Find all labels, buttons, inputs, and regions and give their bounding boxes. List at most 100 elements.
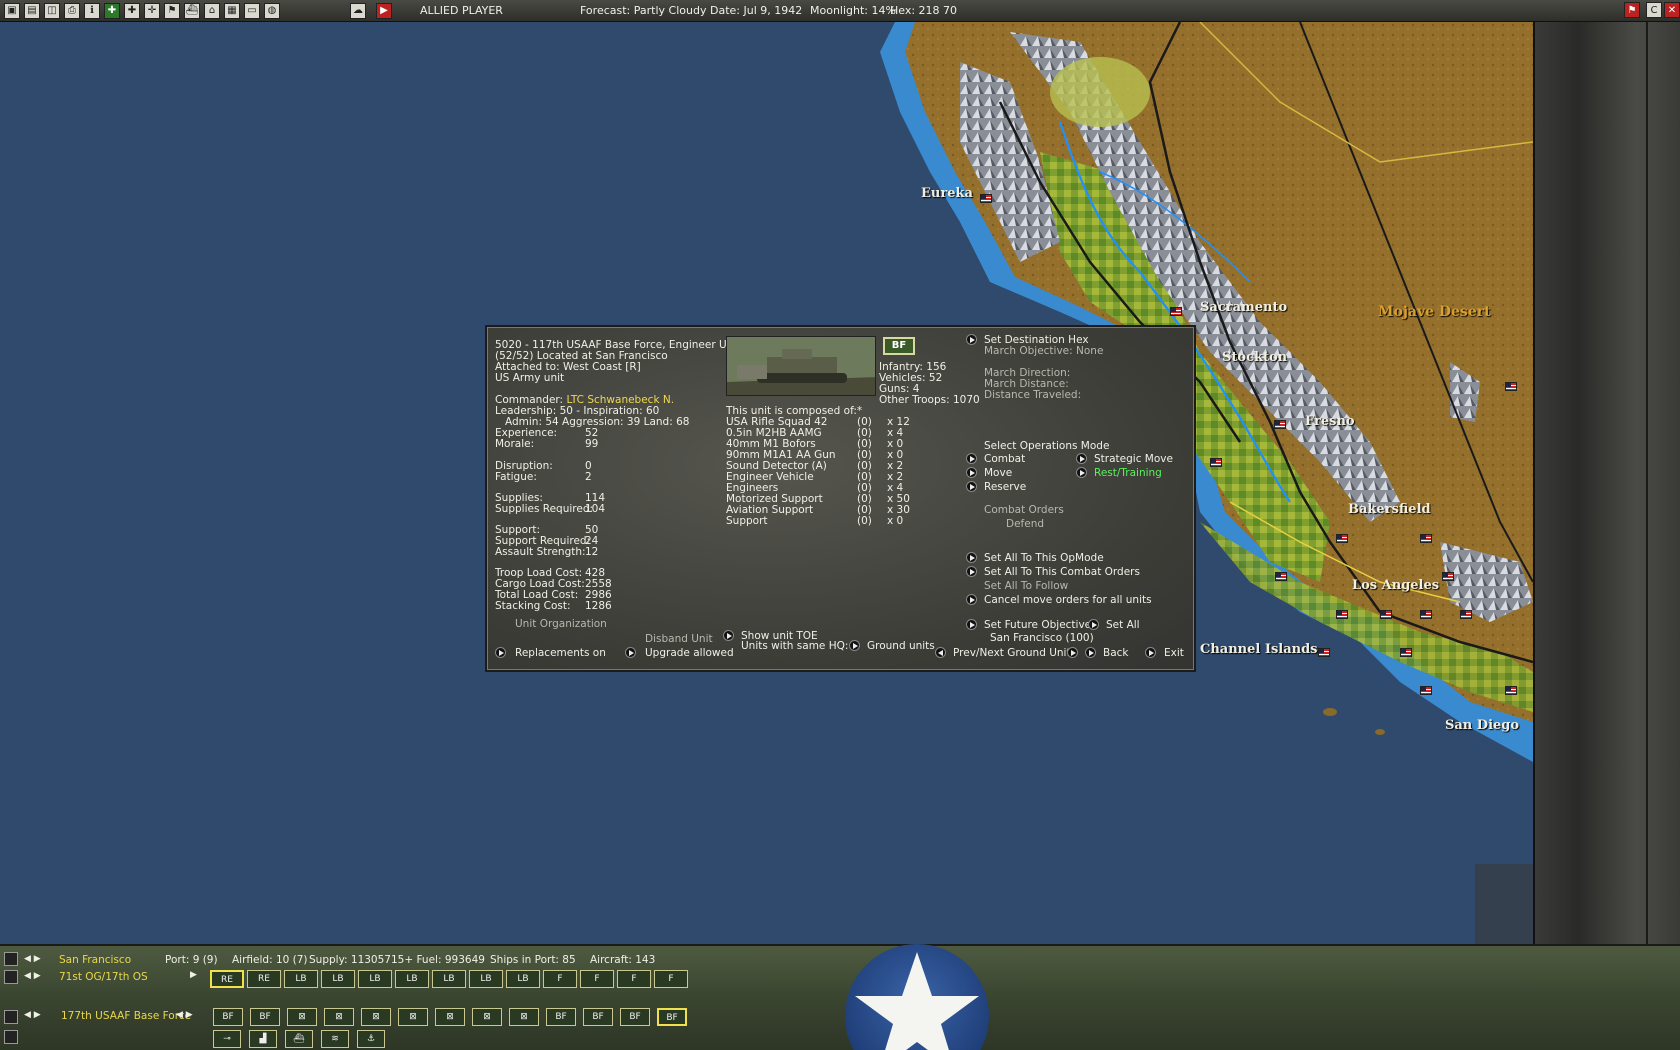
hq-icon[interactable]: ⌂ — [204, 2, 220, 19]
us-flag-icon[interactable] — [1400, 648, 1412, 657]
fleet-icon[interactable]: ⛴ — [285, 1030, 313, 1048]
ground-icon[interactable] — [4, 1010, 18, 1024]
upgrade-toggle-icon[interactable] — [625, 647, 636, 658]
air-unit-next-arrow[interactable]: ▶ — [190, 970, 197, 980]
us-flag-icon[interactable] — [1210, 458, 1222, 467]
ground-slot-button[interactable]: ⊠ — [287, 1008, 317, 1026]
set-all-combat-icon[interactable] — [966, 566, 977, 577]
us-flag-icon[interactable] — [1460, 610, 1472, 619]
move-mode-icon[interactable] — [966, 467, 977, 478]
transport-icon[interactable]: ▟ — [249, 1030, 277, 1048]
air-slot-button[interactable]: LB — [358, 970, 392, 988]
ground-slot-button[interactable]: BF — [620, 1008, 650, 1026]
airbase-icon[interactable]: ✚ — [104, 2, 120, 19]
us-flag-icon[interactable] — [1318, 648, 1330, 657]
ground-slot-button[interactable]: BF — [546, 1008, 576, 1026]
cancel-move-button[interactable]: Cancel move orders for all units — [984, 595, 1152, 606]
set-all-follow-button[interactable]: Set All To Follow — [984, 581, 1068, 592]
globe-icon[interactable]: ◍ — [264, 2, 280, 19]
scenario-icon[interactable]: ◫ — [44, 2, 60, 19]
exit-button[interactable]: Exit — [1164, 648, 1184, 659]
ground-units-icon[interactable] — [849, 640, 860, 651]
us-flag-icon[interactable] — [1420, 610, 1432, 619]
set-future-icon[interactable] — [966, 619, 977, 630]
set-all-future-button[interactable]: Set All — [1106, 620, 1140, 631]
us-flag-icon[interactable] — [1336, 610, 1348, 619]
show-toe-icon[interactable] — [723, 630, 734, 641]
air-slot-button[interactable]: LB — [395, 970, 429, 988]
unit-organization-button[interactable]: Unit Organization — [515, 619, 607, 630]
us-flag-icon[interactable] — [1442, 572, 1454, 581]
convoy-icon[interactable]: ≋ — [321, 1030, 349, 1048]
ground-slot-button[interactable]: ⊠ — [472, 1008, 502, 1026]
city-eureka[interactable]: Eureka — [921, 186, 973, 201]
set-all-combat-button[interactable]: Set All To This Combat Orders — [984, 567, 1140, 578]
defend-order[interactable]: Defend — [1006, 519, 1044, 530]
air-unit-name[interactable]: 71st OG/17th OS — [59, 971, 148, 983]
cancel-move-icon[interactable] — [966, 594, 977, 605]
air-slot-button[interactable]: LB — [506, 970, 540, 988]
ship-icon[interactable]: ⛴ — [184, 2, 200, 19]
city-los-angeles[interactable]: Los Angeles — [1352, 578, 1439, 593]
next-unit-icon[interactable] — [1067, 647, 1078, 658]
convoy-icon[interactable]: ▭ — [244, 2, 260, 19]
back-icon[interactable] — [1085, 647, 1096, 658]
ground-unit-arrows[interactable]: ◀ ▶ — [24, 1010, 41, 1020]
air-slot-button[interactable]: LB — [321, 970, 355, 988]
ground-slot-button[interactable]: ⊠ — [398, 1008, 428, 1026]
us-flag-icon[interactable] — [1275, 572, 1287, 581]
base-arrows[interactable]: ◀ ▶ — [24, 954, 41, 964]
air-slot-button[interactable]: RE — [210, 970, 244, 988]
rest-training-button[interactable]: Rest/Training — [1094, 468, 1162, 479]
reserve-mode-button[interactable]: Reserve — [984, 482, 1026, 493]
reinforce-icon[interactable]: ▦ — [224, 2, 240, 19]
city-stockton[interactable]: Stockton — [1222, 350, 1287, 365]
city-bakersfield[interactable]: Bakersfield — [1348, 502, 1431, 517]
info-icon[interactable]: ℹ — [84, 2, 100, 19]
ground-slot-button[interactable]: BF — [657, 1008, 687, 1026]
us-flag-icon[interactable] — [1420, 534, 1432, 543]
ground-slot-button[interactable]: ⊠ — [361, 1008, 391, 1026]
set-all-opmode-button[interactable]: Set All To This OpMode — [984, 553, 1104, 564]
end-turn-icon[interactable]: ▶ — [376, 2, 392, 19]
target-icon[interactable]: ✛ — [144, 2, 160, 19]
anchor-icon[interactable] — [4, 952, 18, 966]
combat-mode-button[interactable]: Combat — [984, 454, 1025, 465]
air-slot-button[interactable]: F — [617, 970, 651, 988]
prev-unit-icon[interactable] — [935, 647, 946, 658]
strategic-move-icon[interactable] — [1076, 453, 1087, 464]
us-flag-icon[interactable] — [980, 194, 992, 203]
plane-icon[interactable] — [4, 970, 18, 984]
us-flag-icon[interactable] — [1336, 534, 1348, 543]
ground-slot-button[interactable]: BF — [250, 1008, 280, 1026]
ground-slot-button[interactable]: ⊠ — [324, 1008, 354, 1026]
flag-icon[interactable]: ⚑ — [1624, 2, 1640, 18]
reserve-mode-icon[interactable] — [966, 481, 977, 492]
weather-icon[interactable]: ☁ — [350, 2, 366, 19]
city-fresno[interactable]: Fresno — [1305, 414, 1355, 429]
us-flag-icon[interactable] — [1274, 420, 1286, 429]
us-flag-icon[interactable] — [1505, 382, 1517, 391]
set-all-future-icon[interactable] — [1088, 619, 1099, 630]
upgrade-label[interactable]: Upgrade allowed — [645, 648, 734, 659]
set-destination-icon[interactable] — [966, 334, 977, 345]
sub-icon[interactable]: ⊸ — [213, 1030, 241, 1048]
air-slot-button[interactable]: LB — [284, 970, 318, 988]
air-slot-button[interactable]: F — [654, 970, 688, 988]
air-slot-button[interactable]: F — [543, 970, 577, 988]
ground-units-button[interactable]: Ground units — [867, 641, 935, 652]
ship-icon[interactable] — [4, 1030, 18, 1044]
air-slot-button[interactable]: LB — [432, 970, 466, 988]
disband-unit-button[interactable]: Disband Unit — [645, 634, 713, 645]
set-future-objective-button[interactable]: Set Future Objective — [984, 620, 1091, 631]
replacements-toggle-icon[interactable] — [495, 647, 506, 658]
air-slot-button[interactable]: RE — [247, 970, 281, 988]
city-sacramento[interactable]: Sacramento — [1200, 300, 1287, 315]
replacements-label[interactable]: Replacements on — [515, 648, 606, 659]
air-unit-arrows[interactable]: ◀ ▶ — [24, 971, 41, 981]
ground-unit-arrows-2[interactable]: ◀ ▶ — [176, 1010, 193, 1020]
ground-slot-button[interactable]: BF — [583, 1008, 613, 1026]
flag-icon[interactable]: ⚑ — [164, 2, 180, 19]
air-slot-button[interactable]: LB — [469, 970, 503, 988]
us-flag-icon[interactable] — [1420, 686, 1432, 695]
